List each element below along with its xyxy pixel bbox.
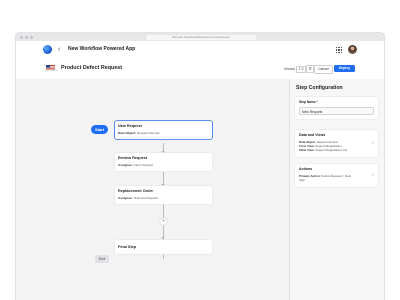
window-maximize-dot[interactable]: [30, 35, 33, 39]
version-value[interactable]: 1.0: [296, 66, 306, 73]
step-subtitle: Assignee: Technical Support: [118, 196, 159, 200]
app-header: ‹ New Workflow Powered App: [16, 41, 384, 60]
step-node-final-step[interactable]: Final Step: [115, 240, 212, 254]
step-title: Replacement Order: [118, 189, 154, 193]
version-label: Version: [284, 67, 296, 71]
browser-window: lifecycle.cloud/workflows/new-powered-ap…: [16, 33, 384, 300]
address-bar[interactable]: lifecycle.cloud/workflows/new-powered-ap…: [146, 34, 256, 40]
cancel-button[interactable]: Cancel: [314, 64, 333, 74]
app-title: New Workflow Powered App: [68, 46, 136, 52]
apps-grid-icon[interactable]: [336, 47, 342, 53]
back-chevron-icon[interactable]: ‹: [58, 45, 60, 54]
panel-title: Step Configuration: [296, 85, 343, 91]
data-and-views-card[interactable]: Data and Views Data Object: Request Serv…: [295, 130, 378, 157]
step-subtitle: Assignee: Client Support: [118, 163, 154, 167]
step-node-review-request[interactable]: Review Request Assignee: Client Support: [115, 153, 212, 171]
step-title: Review Request: [118, 156, 148, 160]
app-logo-icon[interactable]: [43, 45, 52, 54]
step-name-label: Step Name *: [299, 100, 318, 104]
workflow-toolbar: UNITED STATES Product Defect Request Ver…: [16, 59, 384, 80]
actions-title: Actions: [299, 167, 313, 171]
page-title: Product Defect Request: [61, 65, 123, 71]
primary-action-row: Primary Action: Submit Request > Next: [299, 173, 352, 178]
step-configuration-panel: Step Configuration Step Name * New Reque…: [289, 79, 384, 300]
step-name-card: Step Name * New Request: [295, 97, 378, 119]
step-node-new-request[interactable]: New Request Data Object: Request Service: [115, 121, 212, 139]
step-title: Final Step: [118, 244, 137, 249]
step-title: New Request: [118, 124, 142, 128]
step-node-replacement-order[interactable]: Replacement Order Assignee: Technical Su…: [115, 186, 212, 204]
add-step-plus-icon[interactable]: +: [160, 218, 167, 225]
step-name-input[interactable]: New Request: [299, 107, 374, 115]
window-minimize-dot[interactable]: [25, 35, 28, 39]
end-marker: End: [95, 255, 109, 263]
version-indicator[interactable]: Version 1.0: [284, 66, 306, 73]
workflow-canvas[interactable]: Start New Request Data Object: Request S…: [16, 79, 289, 300]
settings-icon[interactable]: ⚙: [306, 65, 314, 73]
start-marker: Start: [91, 125, 108, 134]
flag-caption: UNITED STATES: [45, 71, 58, 72]
us-flag-icon: [46, 65, 55, 70]
actions-card[interactable]: Actions Primary Action: Submit Request >…: [295, 164, 378, 187]
chevron-right-icon[interactable]: ›: [372, 140, 374, 146]
table-view-row: Table View: Support Registration List: [299, 147, 348, 152]
step-subtitle: Data Object: Request Service: [118, 131, 160, 135]
chevron-right-icon[interactable]: ›: [372, 172, 374, 178]
user-avatar[interactable]: [348, 45, 357, 54]
window-close-dot[interactable]: [20, 35, 23, 39]
deploy-button[interactable]: Deploy: [334, 64, 355, 72]
data-and-views-title: Data and Views: [299, 133, 326, 137]
primary-action-row-continued: Step: [299, 177, 305, 182]
connector-arrow: [161, 237, 166, 239]
